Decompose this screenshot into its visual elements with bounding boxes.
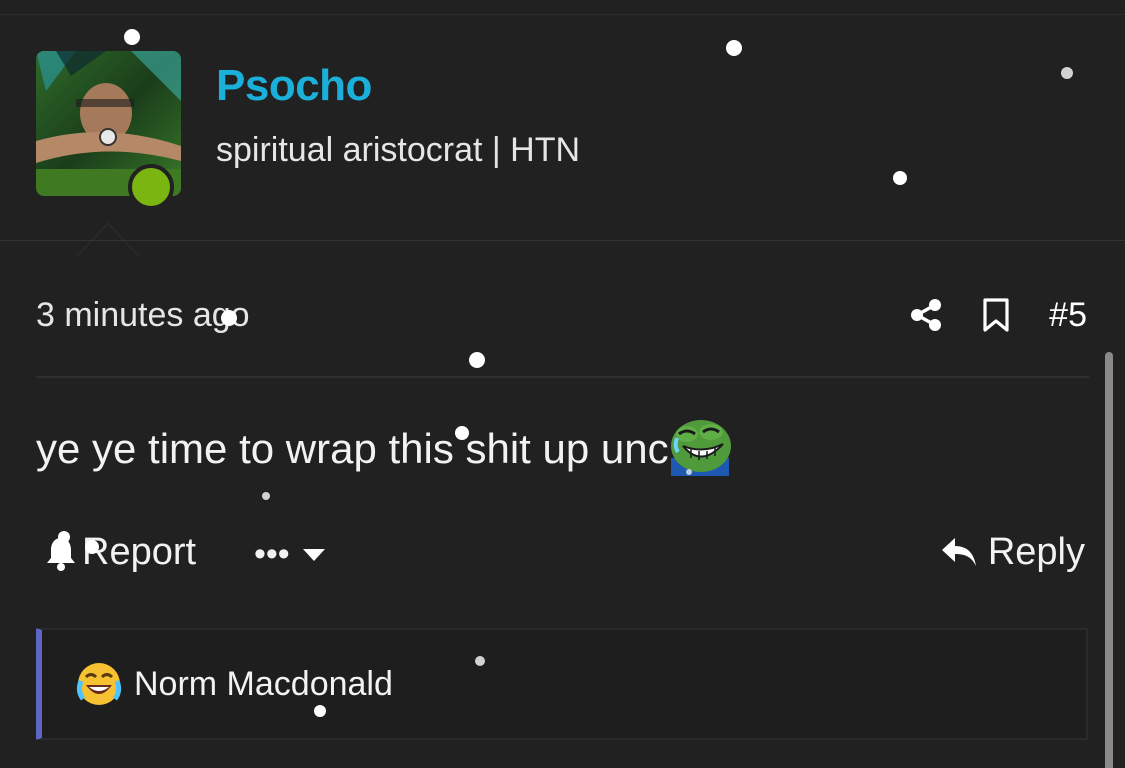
pepe-laughing-emoji — [670, 420, 731, 476]
reply-button[interactable]: Reply — [940, 531, 1085, 574]
post-actions: Report ••• Reply — [0, 525, 1125, 585]
reply-arrow-icon — [941, 537, 976, 566]
share-icon[interactable] — [909, 298, 943, 332]
more-options-menu[interactable]: ••• — [254, 535, 326, 574]
post-page: Psocho spiritual aristocrat | HTN 3 minu… — [0, 0, 1125, 768]
online-status-indicator — [128, 164, 174, 210]
reply-label: Reply — [987, 531, 1085, 573]
report-label: Report — [82, 531, 197, 573]
reaction-users[interactable]: Norm Macdonald — [134, 665, 393, 704]
meta-divider — [36, 376, 1089, 378]
post-message: ye ye time to wrap this shit up unc — [36, 420, 731, 478]
snowflake — [262, 492, 270, 500]
caret-down-icon — [302, 548, 325, 561]
header-divider — [0, 240, 1125, 241]
scrollbar[interactable] — [1105, 352, 1113, 768]
user-title: spiritual aristocrat | HTN — [216, 131, 581, 169]
post-header: Psocho spiritual aristocrat | HTN — [0, 15, 1125, 256]
report-button[interactable]: Report — [44, 531, 196, 574]
snowflake — [469, 352, 485, 368]
bookmark-icon[interactable] — [979, 298, 1013, 332]
reaction-laughing-emoji — [76, 661, 122, 707]
post-meta-actions: #5 — [909, 290, 1087, 340]
more-options-icon: ••• — [254, 535, 290, 573]
username[interactable]: Psocho — [216, 61, 372, 111]
post-timestamp[interactable]: 3 minutes ago — [36, 296, 250, 335]
post-number-link[interactable]: #5 — [1049, 296, 1087, 335]
post-message-text: ye ye time to wrap this shit up unc — [36, 425, 669, 472]
avatar[interactable] — [36, 51, 181, 210]
bell-icon — [47, 537, 75, 571]
reactions-bar[interactable]: Norm Macdonald — [36, 628, 1088, 740]
